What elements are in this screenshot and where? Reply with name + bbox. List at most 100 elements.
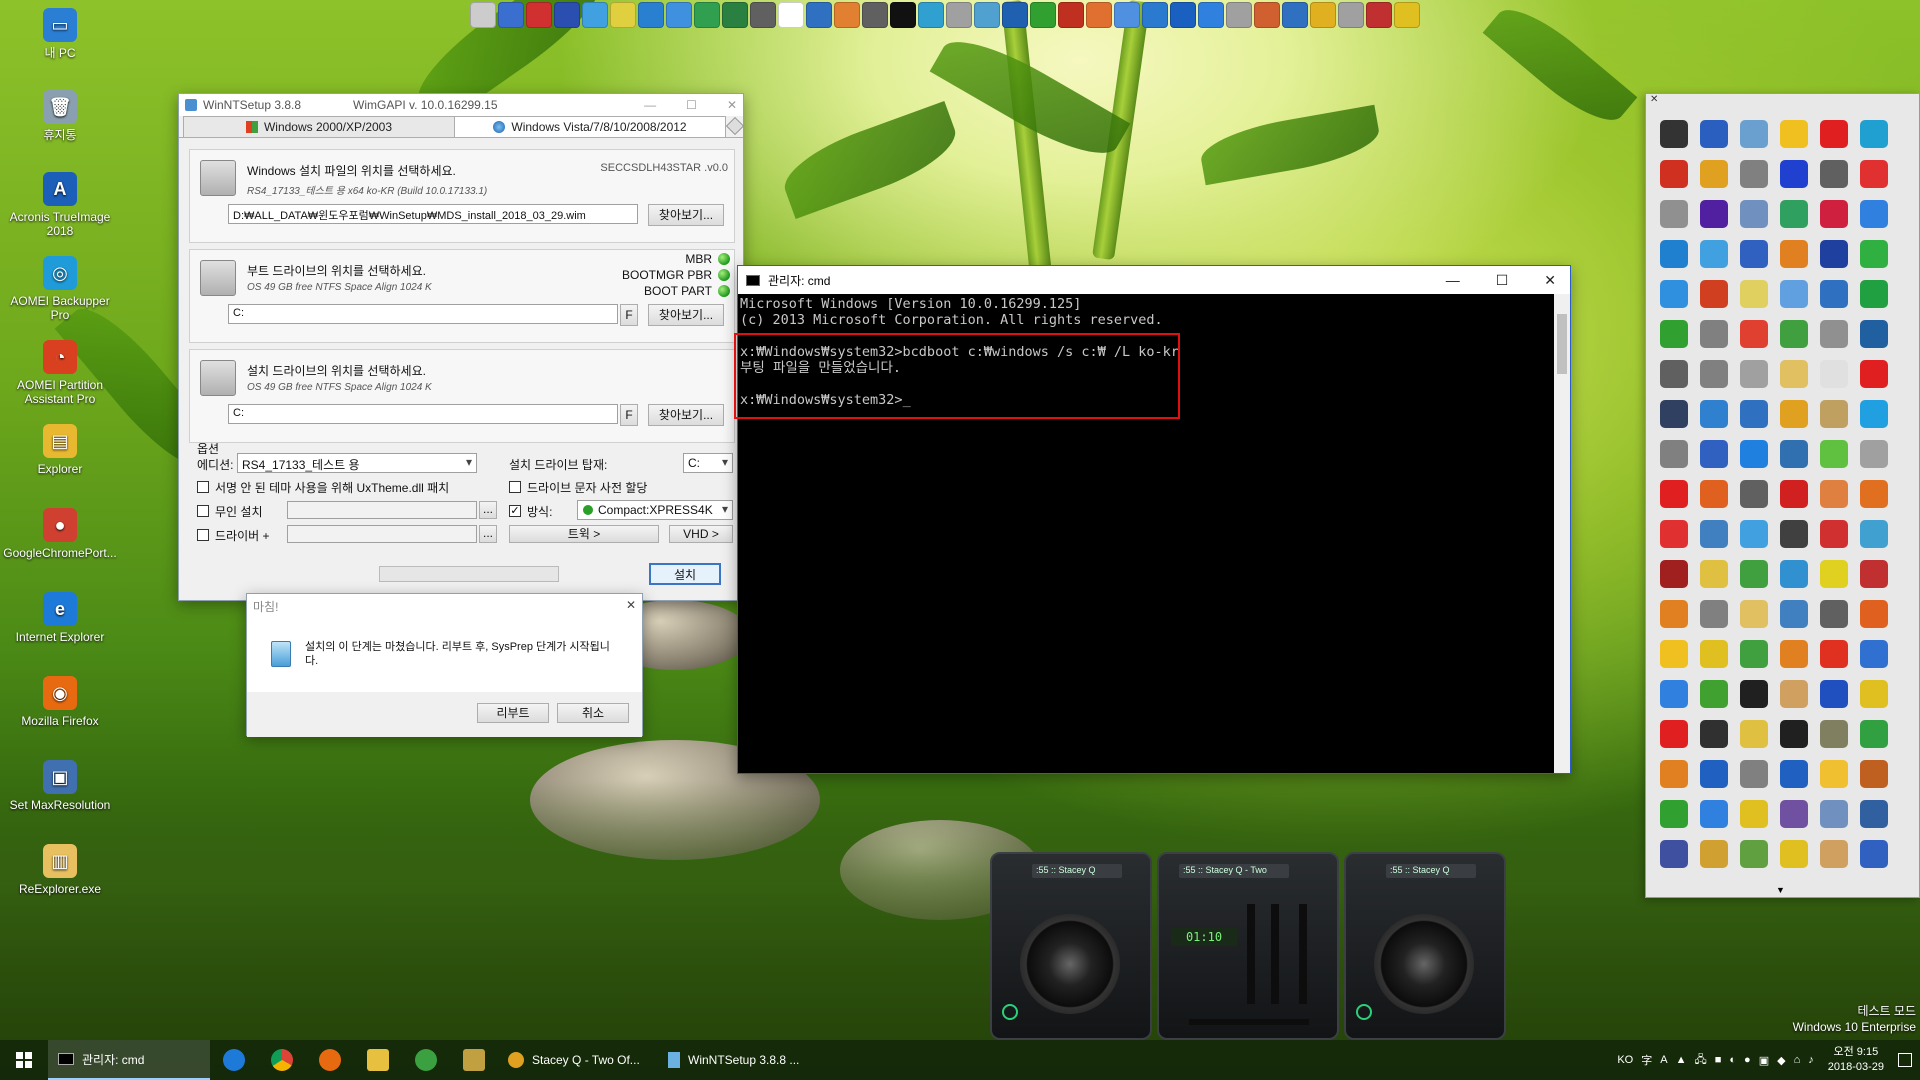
install-f-button[interactable]: F (620, 404, 638, 426)
tweak-button[interactable]: 트윅 > (509, 525, 659, 543)
dock-app-icon[interactable] (1700, 280, 1728, 308)
dock-app-icon[interactable] (1660, 320, 1688, 348)
quick-launch-icon[interactable] (1394, 2, 1420, 28)
desktop-icon[interactable]: ● GoogleChromePort... (0, 508, 120, 560)
dock-app-icon[interactable] (1660, 360, 1688, 388)
quick-launch-icon[interactable] (750, 2, 776, 28)
dock-app-icon[interactable] (1780, 400, 1808, 428)
quick-launch-icon[interactable] (890, 2, 916, 28)
taskbar-cmd[interactable]: 관리자: cmd (48, 1040, 210, 1080)
edition-select[interactable]: RS4_17133_테스트 용 (237, 453, 477, 473)
dock-app-icon[interactable] (1700, 800, 1728, 828)
platter-left[interactable] (1020, 914, 1120, 1014)
tab-xp[interactable]: Windows 2000/XP/2003 (183, 116, 455, 137)
quick-launch-icon[interactable] (1198, 2, 1224, 28)
dock-app-icon[interactable] (1860, 240, 1888, 268)
quick-launch-icon[interactable] (638, 2, 664, 28)
dock-app-icon[interactable] (1780, 120, 1808, 148)
boot-browse-button[interactable]: 찾아보기... (648, 304, 724, 326)
boot-f-button[interactable]: F (620, 304, 638, 326)
drive-letter-checkbox[interactable] (509, 481, 521, 493)
dock-app-icon[interactable] (1860, 520, 1888, 548)
quick-launch-icon[interactable] (694, 2, 720, 28)
dock-app-icon[interactable] (1820, 640, 1848, 668)
dock-app-icon[interactable] (1780, 600, 1808, 628)
quick-launch-icon[interactable] (834, 2, 860, 28)
dock-app-icon[interactable] (1660, 680, 1688, 708)
start-button[interactable] (0, 1040, 48, 1080)
dock-app-icon[interactable] (1820, 480, 1848, 508)
desktop-icon[interactable]: ▣ Set MaxResolution (0, 760, 120, 812)
quick-launch-icon[interactable] (1058, 2, 1084, 28)
dock-app-icon[interactable] (1780, 440, 1808, 468)
maximize-button[interactable]: ☐ (686, 98, 697, 112)
taskbar-chrome[interactable] (258, 1040, 306, 1080)
tray-icon[interactable]: ● (1744, 1054, 1751, 1066)
mount-drive-select[interactable]: C: (683, 453, 733, 473)
quick-launch-icon[interactable] (1366, 2, 1392, 28)
dock-app-icon[interactable] (1820, 520, 1848, 548)
dock-app-icon[interactable] (1740, 840, 1768, 868)
tray-icon[interactable]: ▣ (1759, 1054, 1769, 1067)
dock-app-icon[interactable] (1860, 840, 1888, 868)
close-button[interactable]: ✕ (1544, 272, 1556, 289)
dock-app-icon[interactable] (1780, 840, 1808, 868)
dock-app-icon[interactable] (1700, 240, 1728, 268)
scroll-thumb[interactable] (1557, 314, 1567, 374)
dock-app-icon[interactable] (1660, 160, 1688, 188)
dock-app-icon[interactable] (1820, 600, 1848, 628)
quick-launch-icon[interactable] (862, 2, 888, 28)
language-indicator[interactable]: KO (1617, 1054, 1633, 1066)
dock-app-icon[interactable] (1820, 800, 1848, 828)
quick-launch-icon[interactable] (1282, 2, 1308, 28)
quick-launch-icon[interactable] (946, 2, 972, 28)
dock-app-icon[interactable] (1700, 680, 1728, 708)
unattended-browse-button[interactable]: ... (479, 501, 497, 519)
dock-app-icon[interactable] (1700, 480, 1728, 508)
desktop-icon[interactable]: 🗑 휴지통 (0, 90, 120, 142)
mixer-fader[interactable] (1299, 904, 1307, 1004)
reboot-button[interactable]: 리부트 (477, 703, 549, 723)
tray-icon[interactable]: ■ (1715, 1054, 1722, 1066)
settings-icon[interactable] (725, 116, 745, 136)
quick-launch-icon[interactable] (1254, 2, 1280, 28)
tray-icon[interactable]: ◐ (1729, 1054, 1736, 1066)
dock-app-icon[interactable] (1860, 320, 1888, 348)
dock-app-icon[interactable] (1820, 440, 1848, 468)
dock-app-icon[interactable] (1700, 160, 1728, 188)
dock-app-icon[interactable] (1660, 640, 1688, 668)
dock-app-icon[interactable] (1660, 720, 1688, 748)
dock-app-icon[interactable] (1820, 320, 1848, 348)
dock-app-icon[interactable] (1740, 560, 1768, 588)
taskbar-app[interactable] (450, 1040, 498, 1080)
dock-app-icon[interactable] (1860, 760, 1888, 788)
dock-app-icon[interactable] (1860, 200, 1888, 228)
dock-app-icon[interactable] (1740, 360, 1768, 388)
dock-app-icon[interactable] (1820, 360, 1848, 388)
dock-app-icon[interactable] (1660, 760, 1688, 788)
desktop-icon[interactable]: A Acronis TrueImage 2018 (0, 172, 120, 238)
dock-app-icon[interactable] (1700, 320, 1728, 348)
dock-app-icon[interactable] (1860, 160, 1888, 188)
dock-app-icon[interactable] (1860, 640, 1888, 668)
dock-app-icon[interactable] (1820, 280, 1848, 308)
scrollbar[interactable] (1554, 294, 1570, 773)
clock[interactable]: 오전 9:15 2018-03-29 (1822, 1045, 1890, 1075)
dock-app-icon[interactable] (1860, 280, 1888, 308)
quick-launch-icon[interactable] (1002, 2, 1028, 28)
quick-launch-icon[interactable] (1310, 2, 1336, 28)
platter-right[interactable] (1374, 914, 1474, 1014)
dock-app-icon[interactable] (1700, 600, 1728, 628)
dock-app-icon[interactable] (1860, 720, 1888, 748)
dialog-close-button[interactable]: ✕ (626, 598, 636, 612)
dock-app-icon[interactable] (1820, 760, 1848, 788)
tab-vista[interactable]: Windows Vista/7/8/10/2008/2012 (454, 116, 726, 137)
volume-icon[interactable]: ♪ (1808, 1054, 1814, 1066)
dock-app-icon[interactable] (1820, 840, 1848, 868)
driver-checkbox[interactable] (197, 529, 209, 541)
quick-launch-icon[interactable] (918, 2, 944, 28)
dock-app-icon[interactable] (1740, 520, 1768, 548)
dock-app-icon[interactable] (1700, 560, 1728, 588)
dock-app-icon[interactable] (1740, 800, 1768, 828)
dock-app-icon[interactable] (1740, 240, 1768, 268)
